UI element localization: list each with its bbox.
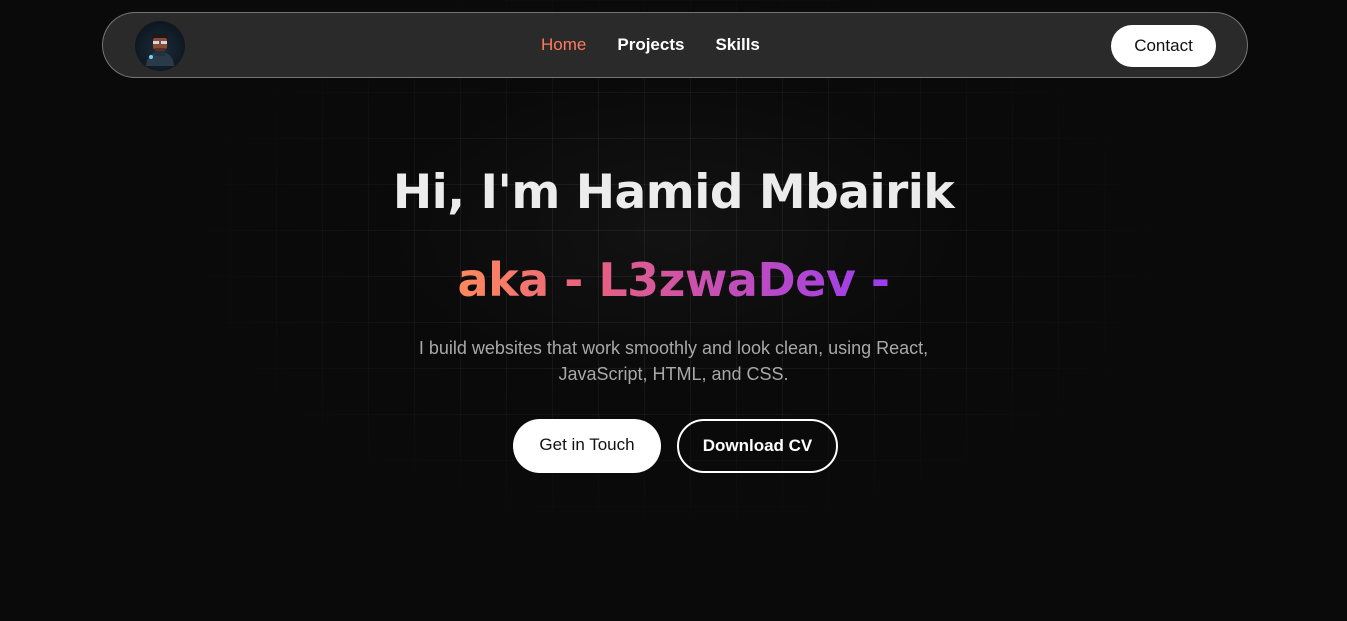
nav-links: Home Projects Skills	[541, 13, 760, 77]
nav-link-projects[interactable]: Projects	[617, 35, 684, 55]
hero-title: Hi, I'm Hamid Mbairik	[392, 165, 955, 220]
get-in-touch-button[interactable]: Get in Touch	[513, 419, 661, 473]
hero-description: I build websites that work smoothly and …	[418, 338, 929, 384]
download-cv-button[interactable]: Download CV	[677, 419, 838, 473]
nav-link-home[interactable]: Home	[541, 35, 586, 55]
developer-avatar-icon[interactable]	[135, 21, 185, 71]
navbar: Home Projects Skills Contact	[102, 12, 1248, 78]
hero-subtitle: aka - L3zwaDev -	[0, 247, 1347, 313]
hero-subtitle-text: aka - L3zwaDev -	[457, 253, 890, 307]
page: Home Projects Skills Contact Hi, I'm Ham…	[0, 0, 1347, 621]
nav-link-skills[interactable]: Skills	[715, 35, 759, 55]
contact-button[interactable]: Contact	[1111, 25, 1216, 67]
